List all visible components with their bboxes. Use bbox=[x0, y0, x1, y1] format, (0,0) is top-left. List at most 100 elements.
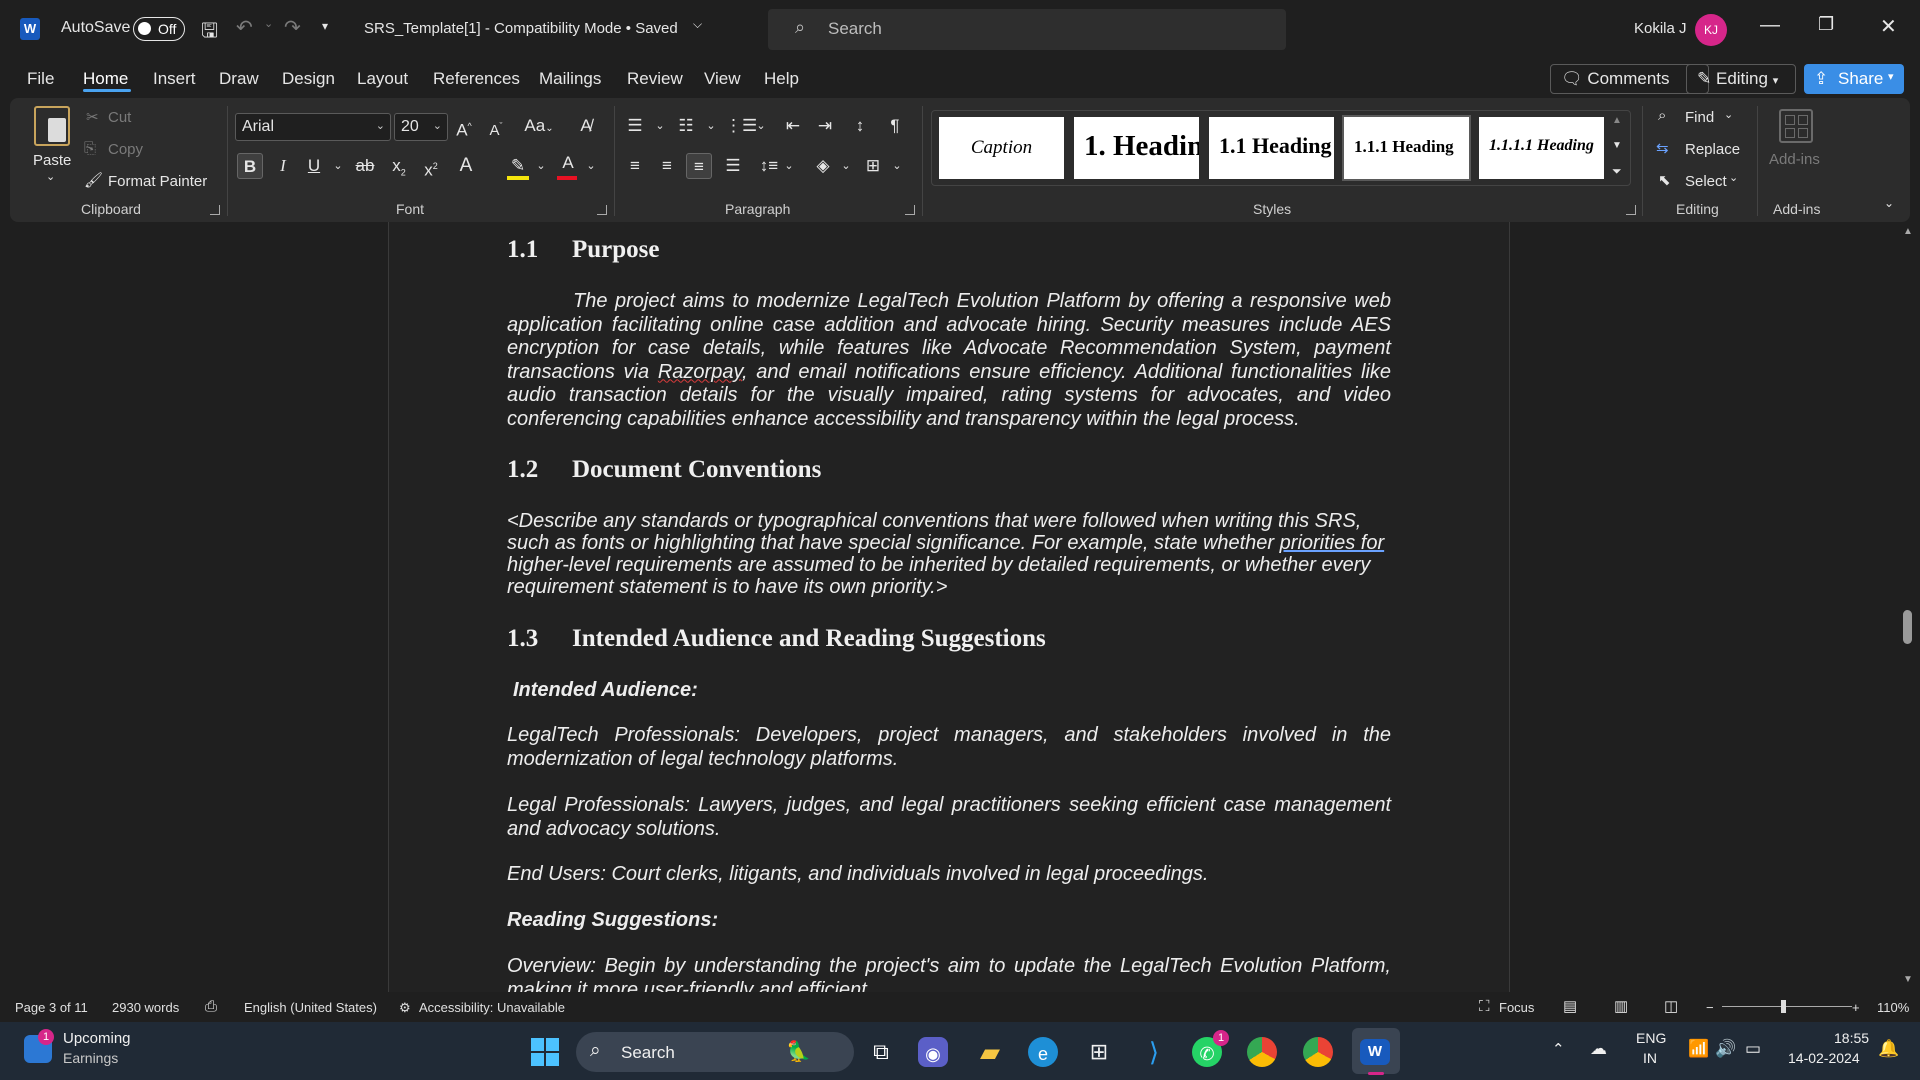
replace-button[interactable]: Replace bbox=[1685, 141, 1740, 158]
paragraph-launcher-icon[interactable] bbox=[905, 205, 915, 215]
font-color-dropdown-icon[interactable]: ⌄ bbox=[578, 153, 604, 179]
redo-icon[interactable]: ↷ bbox=[284, 15, 301, 40]
numbering-icon[interactable]: ☷ bbox=[673, 113, 699, 139]
underline-dropdown-icon[interactable]: ⌄ bbox=[325, 153, 351, 179]
language-top[interactable]: ENG bbox=[1636, 1030, 1666, 1046]
font-size-select[interactable]: 20 ⌄ bbox=[394, 113, 448, 141]
gallery-more-icon[interactable]: ⏷ bbox=[1612, 164, 1622, 179]
chrome-profile-icon[interactable] bbox=[1303, 1037, 1333, 1067]
cut-button[interactable]: Cut bbox=[108, 109, 131, 126]
accessibility-status[interactable]: Accessibility: Unavailable bbox=[419, 1000, 565, 1015]
style-heading-2[interactable]: 1.1 Heading bbox=[1209, 117, 1334, 179]
subscript-icon[interactable]: x2 bbox=[386, 153, 412, 179]
user-name[interactable]: Kokila J bbox=[1634, 20, 1687, 37]
sort-icon[interactable]: ↕ bbox=[847, 113, 873, 139]
zoom-level[interactable]: 110% bbox=[1877, 1000, 1909, 1015]
purpose-paragraph[interactable]: The project aims to modernize LegalTech … bbox=[507, 290, 1391, 431]
tab-view[interactable]: View bbox=[704, 69, 741, 89]
conventions-paragraph[interactable]: <Describe any standards or typographical… bbox=[507, 510, 1391, 598]
minimize-icon[interactable]: — bbox=[1760, 14, 1780, 37]
audience-end-users-paragraph[interactable]: End Users: Court clerks, litigants, and … bbox=[507, 863, 1391, 887]
widget-title[interactable]: Upcoming bbox=[63, 1030, 131, 1047]
bullets-dropdown-icon[interactable]: ⌄ bbox=[647, 113, 673, 139]
align-center-icon[interactable]: ≡ bbox=[654, 153, 680, 179]
taskbar-search[interactable]: ⌕ Search 🦜 bbox=[576, 1032, 854, 1072]
select-button[interactable]: Select bbox=[1685, 173, 1727, 190]
undo-dropdown-icon[interactable]: ⌄ bbox=[264, 17, 273, 30]
align-right-icon[interactable]: ≡ bbox=[686, 153, 712, 179]
tab-help[interactable]: Help bbox=[764, 69, 799, 89]
borders-icon[interactable]: ⊞ bbox=[860, 153, 886, 179]
select-dropdown-icon[interactable]: ⌄ bbox=[1729, 171, 1738, 184]
battery-icon[interactable]: ▭ bbox=[1745, 1039, 1761, 1059]
vscode-icon[interactable]: ⟩ bbox=[1137, 1035, 1171, 1069]
italic-icon[interactable]: I bbox=[270, 153, 296, 179]
title-dropdown-icon[interactable]: ⌵ bbox=[693, 17, 702, 32]
grammar-flagged-phrase[interactable]: priorities for bbox=[1280, 532, 1384, 554]
numbering-dropdown-icon[interactable]: ⌄ bbox=[698, 113, 724, 139]
zoom-out-icon[interactable]: − bbox=[1706, 1000, 1714, 1015]
editing-mode-button[interactable]: ✎ Editing ▾ bbox=[1686, 64, 1796, 94]
change-case-icon[interactable]: Aa⌄ bbox=[521, 113, 557, 139]
find-button[interactable]: Find bbox=[1685, 109, 1714, 126]
autosave-toggle[interactable]: Off bbox=[133, 17, 185, 41]
tab-references[interactable]: References bbox=[433, 69, 520, 89]
font-launcher-icon[interactable] bbox=[597, 205, 607, 215]
wifi-icon[interactable]: 📶 bbox=[1688, 1039, 1709, 1059]
document-title[interactable]: SRS_Template[1] - Compatibility Mode • S… bbox=[364, 20, 678, 37]
bold-icon[interactable]: B bbox=[237, 153, 263, 179]
web-layout-icon[interactable]: ◫ bbox=[1664, 997, 1678, 1015]
undo-icon[interactable]: ↶ bbox=[236, 15, 253, 40]
overview-paragraph[interactable]: Overview: Begin by understanding the pro… bbox=[507, 955, 1391, 992]
style-heading-1[interactable]: 1. Heading bbox=[1074, 117, 1199, 179]
word-taskbar-icon[interactable]: W bbox=[1360, 1039, 1390, 1065]
volume-icon[interactable]: 🔊 bbox=[1715, 1039, 1736, 1059]
share-button[interactable]: ⇪ Share ▾ bbox=[1804, 64, 1904, 94]
paste-dropdown-icon[interactable]: ⌄ bbox=[46, 170, 55, 183]
tab-insert[interactable]: Insert bbox=[153, 69, 196, 89]
strikethrough-icon[interactable]: ab bbox=[352, 153, 378, 179]
clock-date[interactable]: 14-02-2024 bbox=[1788, 1050, 1860, 1066]
styles-launcher-icon[interactable] bbox=[1626, 205, 1636, 215]
shrink-font-icon[interactable]: Aˇ bbox=[483, 113, 509, 139]
format-painter-button[interactable]: Format Painter bbox=[108, 173, 207, 190]
highlight-dropdown-icon[interactable]: ⌄ bbox=[528, 153, 554, 179]
text-effects-icon[interactable]: A bbox=[453, 153, 479, 179]
clock-time[interactable]: 18:55 bbox=[1834, 1030, 1869, 1046]
tab-layout[interactable]: Layout bbox=[357, 69, 408, 89]
teams-chat-icon[interactable]: ◉ bbox=[918, 1037, 948, 1067]
microsoft-store-icon[interactable]: ⊞ bbox=[1082, 1035, 1116, 1069]
zoom-slider-thumb[interactable] bbox=[1781, 1000, 1786, 1013]
find-dropdown-icon[interactable]: ⌄ bbox=[1724, 108, 1733, 121]
notifications-bell-icon[interactable]: 🔔 bbox=[1878, 1039, 1899, 1059]
bullets-icon[interactable]: ☰ bbox=[622, 113, 648, 139]
zoom-slider-track[interactable] bbox=[1722, 1006, 1852, 1007]
tab-design[interactable]: Design bbox=[282, 69, 335, 89]
font-name-select[interactable]: Arial ⌄ bbox=[235, 113, 391, 141]
superscript-icon[interactable]: x2 bbox=[418, 153, 444, 180]
print-layout-icon[interactable]: ▥ bbox=[1614, 997, 1628, 1015]
proofing-icon[interactable]: ⎙ bbox=[205, 998, 217, 1015]
file-explorer-icon[interactable]: ▰ bbox=[973, 1035, 1007, 1069]
borders-dropdown-icon[interactable]: ⌄ bbox=[884, 153, 910, 179]
align-left-icon[interactable]: ≡ bbox=[622, 153, 648, 179]
task-view-icon[interactable]: ⧉ bbox=[864, 1035, 898, 1069]
close-icon[interactable]: ✕ bbox=[1880, 14, 1897, 39]
style-caption[interactable]: Caption bbox=[939, 117, 1064, 179]
paste-icon[interactable] bbox=[34, 106, 70, 146]
save-icon[interactable]: 🖫 bbox=[201, 16, 218, 50]
scroll-down-icon[interactable]: ▼ bbox=[1903, 974, 1913, 985]
decrease-indent-icon[interactable]: ⇤ bbox=[780, 113, 806, 139]
focus-button[interactable]: Focus bbox=[1499, 1000, 1534, 1015]
zoom-in-icon[interactable]: + bbox=[1852, 1000, 1860, 1015]
clear-formatting-icon[interactable]: A̸ bbox=[573, 113, 599, 139]
paste-label[interactable]: Paste bbox=[33, 152, 71, 169]
onedrive-icon[interactable]: ☁ bbox=[1590, 1039, 1607, 1059]
chrome-icon[interactable] bbox=[1247, 1037, 1277, 1067]
customize-toolbar-icon[interactable]: ▾ bbox=[322, 19, 328, 33]
chevron-down-icon[interactable]: ▾ bbox=[1888, 70, 1894, 83]
gallery-up-icon[interactable]: ▲ bbox=[1612, 115, 1622, 126]
language-bottom[interactable]: IN bbox=[1643, 1050, 1657, 1066]
tab-home[interactable]: Home bbox=[83, 69, 128, 89]
tab-mailings[interactable]: Mailings bbox=[539, 69, 601, 89]
